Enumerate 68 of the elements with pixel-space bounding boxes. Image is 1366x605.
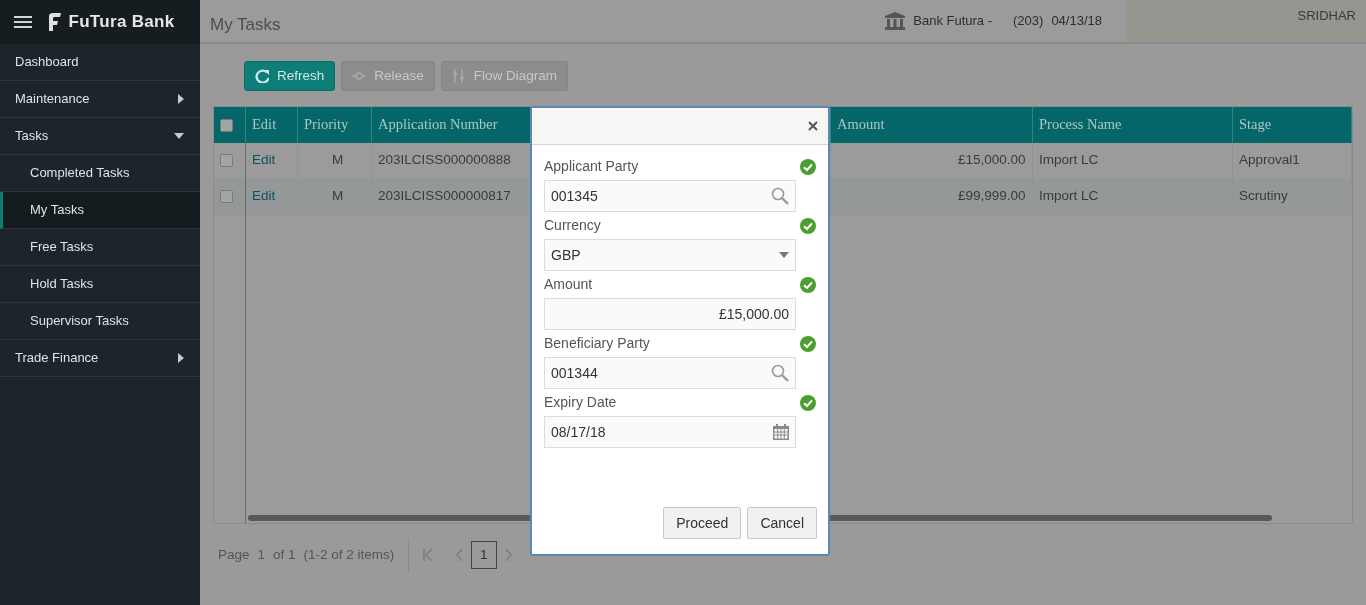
field-label: Applicant Party <box>544 157 639 176</box>
row-checkbox[interactable] <box>220 154 233 167</box>
input-field[interactable]: 001344 <box>544 357 796 389</box>
brand-name: FuTura Bank <box>68 11 175 34</box>
caret-right-icon <box>178 94 184 104</box>
table-cell-text: Import LC <box>1039 151 1099 170</box>
search-icon[interactable] <box>771 364 789 382</box>
column-header[interactable]: Edit <box>252 114 277 136</box>
link-icon <box>352 69 367 83</box>
sidebar-item[interactable]: Tasks <box>0 118 200 155</box>
search-icon[interactable] <box>771 187 789 205</box>
column-header[interactable]: Amount <box>837 114 885 136</box>
column-header[interactable]: Priority <box>304 114 349 136</box>
page-title: My Tasks <box>209 14 282 36</box>
page-label: Page <box>218 545 250 564</box>
sliders-icon <box>451 69 466 83</box>
next-page-icon[interactable] <box>504 549 512 561</box>
table-cell-text: Import LC <box>1039 187 1099 206</box>
column-header[interactable]: Process Name <box>1039 114 1122 136</box>
sidebar-subitem[interactable]: My Tasks <box>0 192 200 229</box>
calendar-icon[interactable] <box>773 424 789 440</box>
sidebar-subitem[interactable]: Hold Tasks <box>0 266 200 303</box>
refresh-icon <box>255 69 269 83</box>
table-cell-text: M <box>331 151 344 170</box>
bank-icon <box>885 12 906 30</box>
table-cell-text: M <box>331 187 344 206</box>
logo-icon <box>46 12 62 32</box>
branch-name: Bank Futura - <box>913 12 993 31</box>
column-header[interactable]: Stage <box>1239 114 1272 136</box>
items-count: (1-2 of 2 items) <box>303 545 395 564</box>
sidebar-subitem[interactable]: Supervisor Tasks <box>0 303 200 340</box>
page-number: 1 <box>257 545 266 564</box>
user-name[interactable]: SRIDHAR <box>1297 8 1366 23</box>
table-cell-text: Approval1 <box>1239 151 1300 170</box>
caret-down-icon[interactable] <box>779 252 789 258</box>
business-date: 04/13/18 <box>1051 12 1102 31</box>
table-cell-text: 203ILCISS000000817 <box>378 187 511 206</box>
select-all-checkbox[interactable] <box>220 118 233 132</box>
sidebar-subitem[interactable]: Free Tasks <box>0 229 200 266</box>
input-field[interactable]: 001345 <box>544 180 796 212</box>
page-button[interactable]: 1 <box>470 541 497 569</box>
sidebar-item[interactable]: Trade Finance <box>0 340 200 377</box>
input-field[interactable]: 08/17/18 <box>544 416 796 448</box>
field-label: Beneficiary Party <box>544 334 650 353</box>
table-cell-text: £99,999.00 <box>957 187 1026 206</box>
column-header[interactable]: Application Number <box>378 114 498 136</box>
dialog-button[interactable]: Proceed <box>663 507 742 539</box>
field-label: Currency <box>544 216 601 235</box>
page-count: of 1 <box>273 545 296 564</box>
previous-page-icon[interactable] <box>455 549 463 561</box>
field-label: Amount <box>544 275 593 294</box>
input-field[interactable]: £15,000.00 <box>544 298 796 330</box>
sidebar-item[interactable]: Dashboard <box>0 44 200 81</box>
first-page-icon[interactable] <box>423 549 434 561</box>
close-icon[interactable] <box>808 121 818 131</box>
menu-icon[interactable] <box>14 15 32 29</box>
table-cell-text: 203ILCISS000000888 <box>378 151 511 170</box>
sidebar-item[interactable]: Maintenance <box>0 81 200 118</box>
input-field[interactable]: GBP <box>544 239 796 271</box>
caret-down-icon <box>174 133 184 139</box>
dialog-button[interactable]: Cancel <box>747 507 817 539</box>
table-cell-text: Scrutiny <box>1239 187 1288 206</box>
branch-code: (203) <box>1013 12 1044 31</box>
table-cell-text: £15,000.00 <box>957 151 1026 170</box>
toolbar-button[interactable]: Refresh <box>244 61 336 91</box>
caret-right-icon <box>178 353 184 363</box>
field-label: Expiry Date <box>544 393 617 412</box>
row-checkbox[interactable] <box>220 190 233 203</box>
